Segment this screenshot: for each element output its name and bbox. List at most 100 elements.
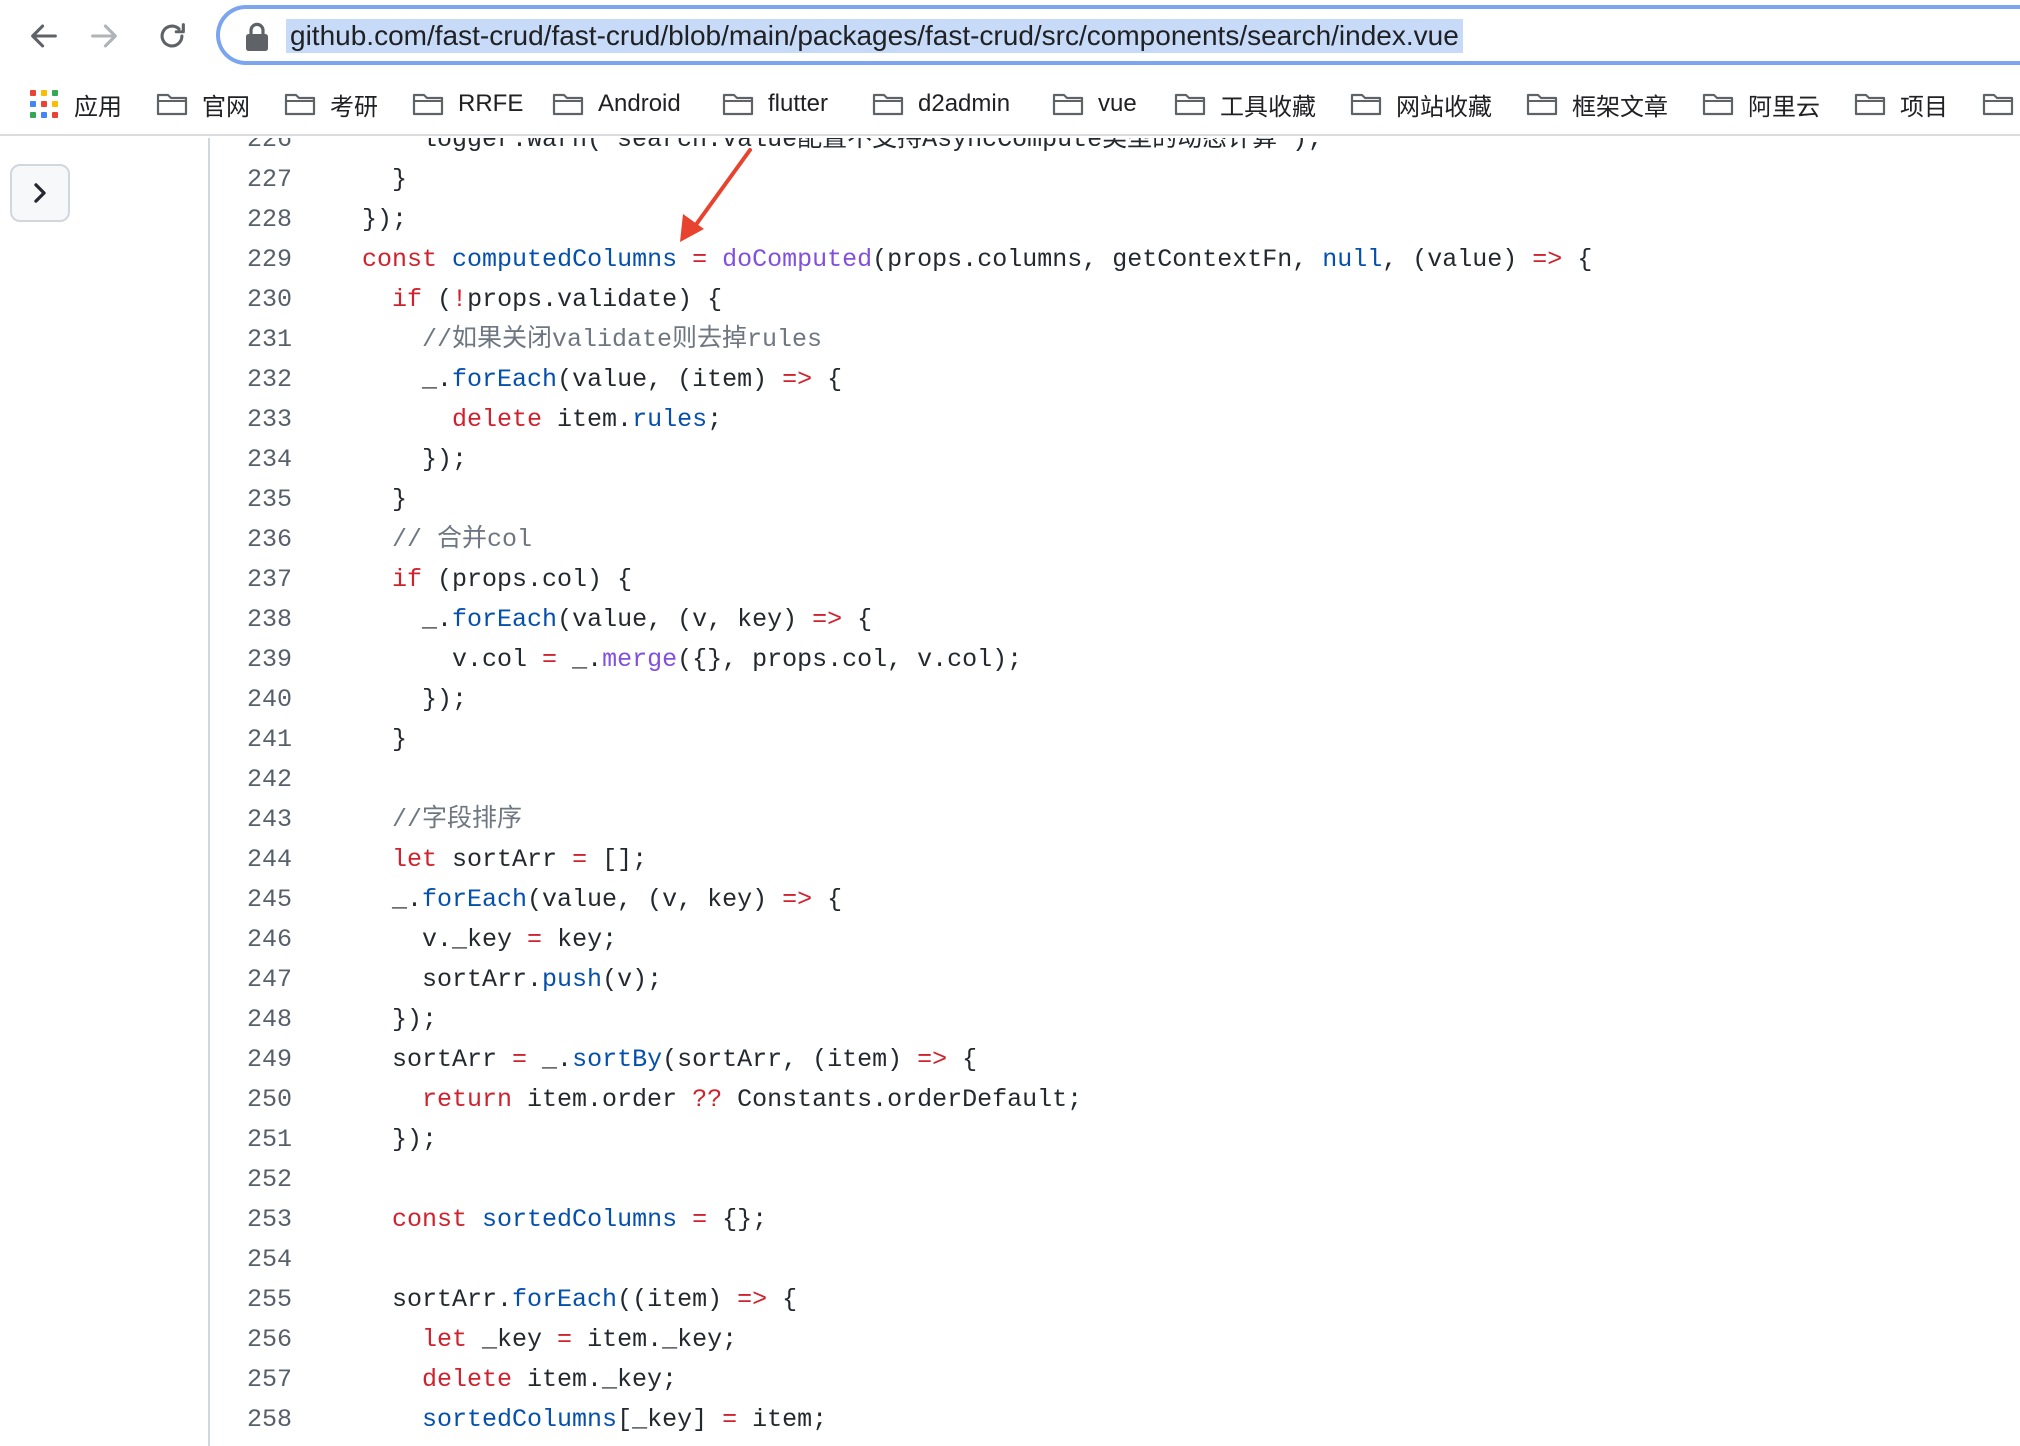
bookmark-folder-exam[interactable]: 考研 (284, 84, 378, 124)
line-number[interactable]: 238 (212, 600, 292, 640)
folder-icon (1350, 93, 1382, 116)
folder-icon (156, 93, 188, 116)
line-number[interactable]: 231 (212, 320, 292, 360)
code-line: 231 //如果关闭validate则去掉rules (212, 320, 2020, 360)
line-number[interactable]: 241 (212, 720, 292, 760)
line-number[interactable]: 252 (212, 1160, 292, 1200)
code-text: v._key = key; (332, 925, 618, 954)
line-number[interactable]: 243 (212, 800, 292, 840)
line-number[interactable]: 240 (212, 680, 292, 720)
folder-icon (722, 93, 754, 116)
reload-button[interactable] (148, 12, 196, 60)
code-text: sortArr.forEach((item) => { (332, 1285, 798, 1314)
browser-toolbar: github.com/fast-crud/fast-crud/blob/main… (0, 0, 2020, 72)
code-line: 234 }); (212, 440, 2020, 480)
code-line: 228 }); (212, 200, 2020, 240)
line-number[interactable]: 259 (212, 1440, 292, 1446)
expand-file-tree-button[interactable] (10, 164, 70, 222)
bookmark-label: vue (1098, 90, 1137, 117)
line-number[interactable]: 242 (212, 760, 292, 800)
code-text: sortArr.push(v); (332, 965, 663, 994)
line-number[interactable]: 229 (212, 240, 292, 280)
line-number[interactable]: 249 (212, 1040, 292, 1080)
line-number[interactable]: 256 (212, 1320, 292, 1360)
code-text: //如果关闭validate则去掉rules (422, 325, 823, 354)
back-arrow-icon (31, 24, 57, 48)
bookmark-folder-rrfe[interactable]: RRFE (412, 84, 523, 124)
bookmark-folder-overflow[interactable] (1982, 84, 2020, 124)
code-text: } (332, 725, 408, 754)
folder-icon (1174, 93, 1206, 116)
bookmark-label: 考研 (330, 93, 378, 121)
bookmark-folder-d2admin[interactable]: d2admin (872, 84, 1010, 124)
url-text[interactable]: github.com/fast-crud/fast-crud/blob/main… (286, 19, 1463, 53)
code-text: // 合并col (392, 525, 533, 554)
folder-icon (1854, 93, 1886, 116)
code-text: delete item._key; (422, 1365, 678, 1394)
line-number[interactable]: 235 (212, 480, 292, 520)
bookmark-folder-websites[interactable]: 网站收藏 (1350, 84, 1492, 124)
lock-icon (246, 22, 268, 51)
line-number[interactable]: 246 (212, 920, 292, 960)
bookmark-label: 工具收藏 (1220, 93, 1316, 121)
bookmark-folder-aliyun[interactable]: 阿里云 (1702, 84, 1820, 124)
bookmark-folder-vue[interactable]: vue (1052, 84, 1137, 124)
bookmark-folder-projects[interactable]: 项目 (1854, 84, 1948, 124)
bookmark-apps[interactable]: 应用 (30, 84, 122, 124)
line-number[interactable]: 248 (212, 1000, 292, 1040)
line-number[interactable]: 230 (212, 280, 292, 320)
bookmark-label: flutter (768, 90, 829, 117)
code-line: 259 }); (212, 1440, 2020, 1446)
line-number[interactable]: 236 (212, 520, 292, 560)
code-line: 246 v._key = key; (212, 920, 2020, 960)
code-text: }); (332, 1125, 438, 1154)
back-button[interactable] (20, 12, 68, 60)
bookmark-folder-android[interactable]: Android (552, 84, 681, 124)
line-number[interactable]: 234 (212, 440, 292, 480)
bookmark-folder-tools[interactable]: 工具收藏 (1174, 84, 1316, 124)
line-number[interactable]: 239 (212, 640, 292, 680)
code-line: 241 } (212, 720, 2020, 760)
folder-icon (284, 93, 316, 116)
line-number[interactable]: 237 (212, 560, 292, 600)
bookmark-label: 应用 (74, 93, 122, 121)
line-number[interactable]: 251 (212, 1120, 292, 1160)
address-bar[interactable]: github.com/fast-crud/fast-crud/blob/main… (216, 5, 2020, 65)
code-line: 230 if (!props.validate) { (212, 280, 2020, 320)
code-line: 240 }); (212, 680, 2020, 720)
code-line: 258 sortedColumns[_key] = item; (212, 1400, 2020, 1440)
code-line: 250 return item.order ?? Constants.order… (212, 1080, 2020, 1120)
chevron-right-icon (34, 183, 46, 203)
code-line: 226 logger.warn("search.value配置不支持AsyncC… (212, 138, 2020, 160)
bookmark-folder-official[interactable]: 官网 (156, 84, 250, 124)
code-text: v.col = _.merge({}, props.col, v.col); (332, 645, 1023, 674)
code-text: }); (332, 1005, 438, 1034)
file-tree-panel (0, 138, 210, 1446)
code-text: } (332, 485, 408, 514)
bookmark-label: d2admin (918, 90, 1011, 117)
line-number[interactable]: 228 (212, 200, 292, 240)
forward-arrow-icon (91, 24, 117, 48)
page-content: 226 logger.warn("search.value配置不支持AsyncC… (0, 138, 2020, 1446)
line-number[interactable]: 255 (212, 1280, 292, 1320)
line-number[interactable]: 258 (212, 1400, 292, 1440)
line-number[interactable]: 233 (212, 400, 292, 440)
line-number[interactable]: 250 (212, 1080, 292, 1120)
code-line: 257 delete item._key; (212, 1360, 2020, 1400)
forward-button[interactable] (80, 12, 128, 60)
code-line: 255 sortArr.forEach((item) => { (212, 1280, 2020, 1320)
line-number[interactable]: 227 (212, 160, 292, 200)
line-number[interactable]: 247 (212, 960, 292, 1000)
bookmark-folder-flutter[interactable]: flutter (722, 84, 828, 124)
bookmark-folder-framework-articles[interactable]: 框架文章 (1526, 84, 1668, 124)
code-line: 242 (212, 760, 2020, 800)
line-number[interactable]: 244 (212, 840, 292, 880)
line-number[interactable]: 257 (212, 1360, 292, 1400)
line-number[interactable]: 245 (212, 880, 292, 920)
line-number[interactable]: 253 (212, 1200, 292, 1240)
line-number[interactable]: 254 (212, 1240, 292, 1280)
line-number[interactable]: 232 (212, 360, 292, 400)
code-text: _.forEach(value, (v, key) => { (332, 605, 873, 634)
line-number[interactable]: 226 (212, 138, 292, 160)
code-view: 226 logger.warn("search.value配置不支持AsyncC… (212, 138, 2020, 1446)
